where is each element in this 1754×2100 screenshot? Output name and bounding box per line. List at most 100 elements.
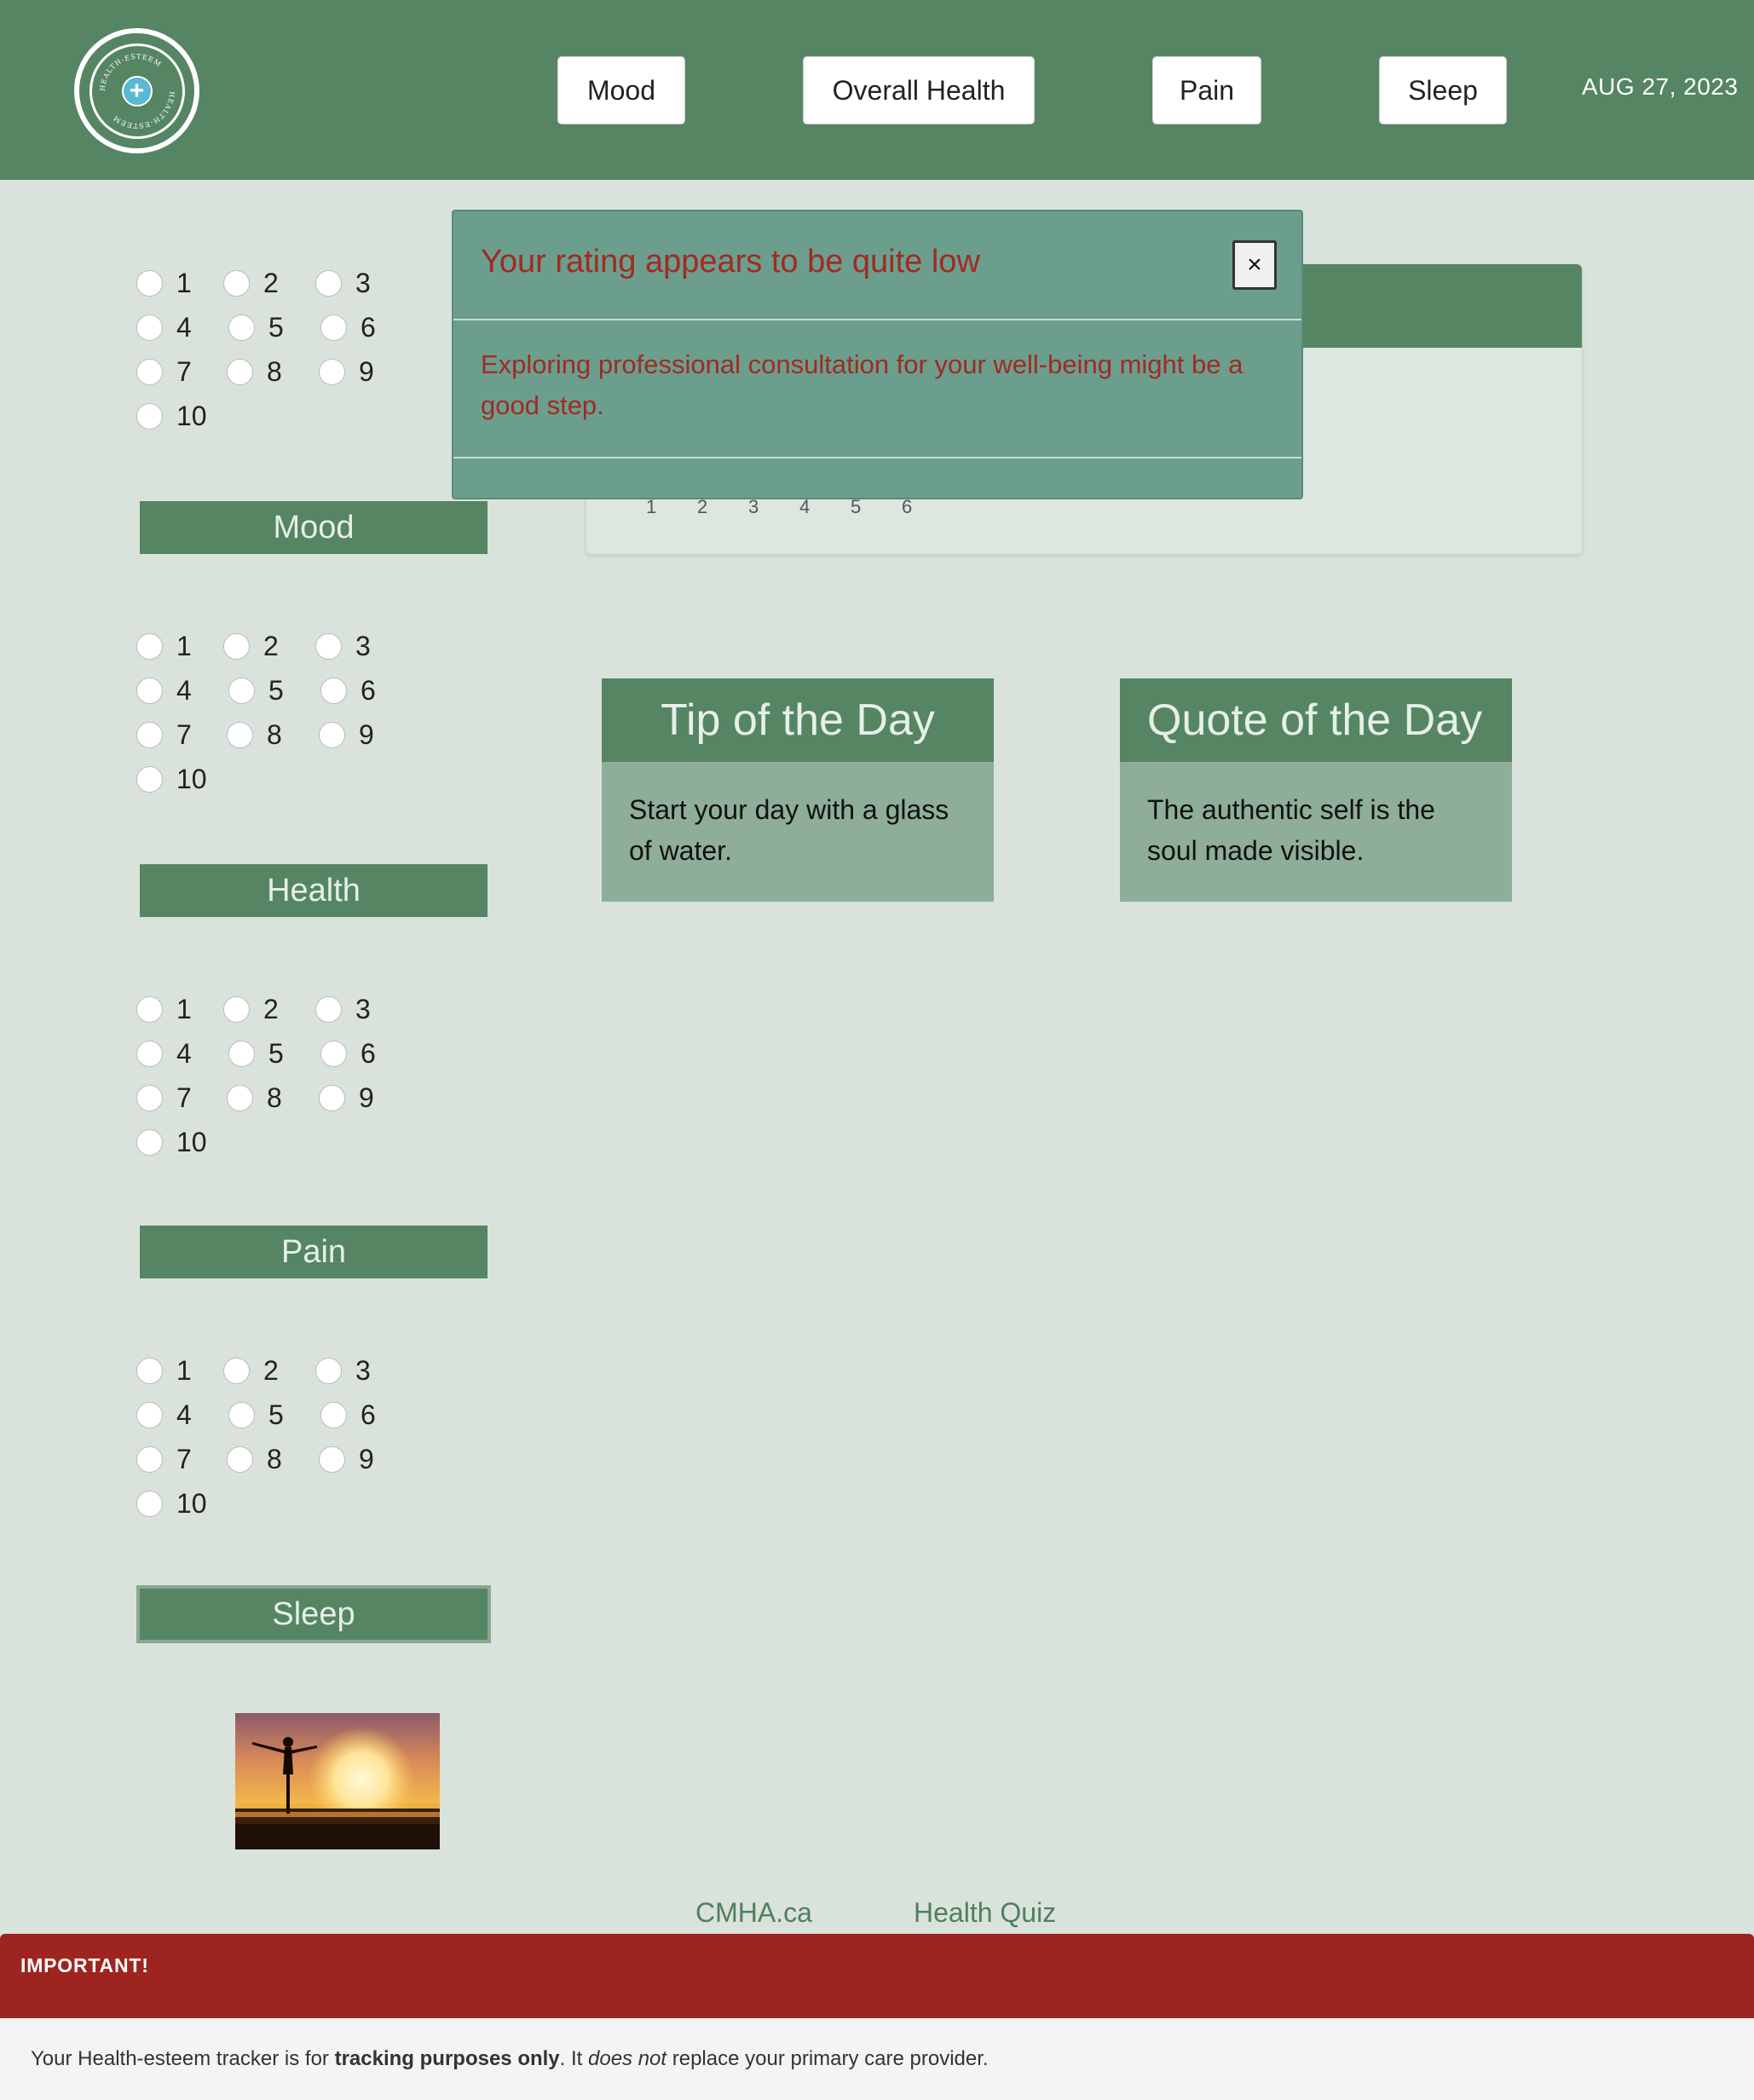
radio-circle[interactable]: [136, 632, 163, 660]
radio-circle[interactable]: [319, 358, 345, 385]
health-radio-4[interactable]: 4: [136, 668, 192, 712]
sleep-radio-10[interactable]: 10: [136, 1481, 207, 1526]
pain-radio-1[interactable]: 1: [136, 987, 192, 1031]
pain-radio-9[interactable]: 9: [319, 1076, 374, 1120]
health-quiz-link[interactable]: Health Quiz: [914, 1897, 1056, 1929]
mood-radio-9[interactable]: 9: [319, 349, 374, 394]
pain-radio-7[interactable]: 7: [136, 1076, 192, 1120]
radio-label: 7: [176, 355, 192, 387]
mood-radio-1[interactable]: 1: [136, 261, 192, 305]
radio-circle[interactable]: [136, 269, 163, 297]
mood-radio-8[interactable]: 8: [227, 349, 282, 394]
radio-circle[interactable]: [228, 677, 255, 704]
radio-circle[interactable]: [315, 1357, 342, 1384]
radio-circle[interactable]: [136, 677, 163, 704]
radio-label: 4: [176, 1399, 192, 1430]
radio-circle[interactable]: [320, 314, 347, 341]
radio-circle[interactable]: [136, 314, 163, 341]
mood-submit-button[interactable]: Mood: [140, 501, 488, 554]
radio-circle[interactable]: [136, 1040, 163, 1067]
health-esteem-logo[interactable]: HEALTH-ESTEEM HEALTH-ESTEEM +: [74, 28, 199, 153]
nav-sleep-button[interactable]: Sleep: [1379, 56, 1507, 124]
mood-radio-5[interactable]: 5: [228, 305, 284, 349]
mood-radio-3[interactable]: 3: [315, 261, 371, 305]
quote-card-text: The authentic self is the soul made visi…: [1120, 762, 1512, 902]
mood-radio-10[interactable]: 10: [136, 394, 207, 438]
pain-radio-6[interactable]: 6: [320, 1031, 376, 1076]
sleep-radio-5[interactable]: 5: [228, 1393, 284, 1437]
radio-circle[interactable]: [136, 1128, 163, 1156]
cmha-link[interactable]: CMHA.ca: [695, 1897, 812, 1929]
mood-radio-6[interactable]: 6: [320, 305, 376, 349]
sleep-radio-1[interactable]: 1: [136, 1348, 192, 1393]
radio-circle[interactable]: [228, 1040, 255, 1067]
mood-radio-4[interactable]: 4: [136, 305, 192, 349]
nav-pain-button[interactable]: Pain: [1152, 56, 1261, 124]
radio-circle[interactable]: [136, 1401, 163, 1428]
radio-circle[interactable]: [223, 1357, 250, 1384]
sleep-submit-button[interactable]: Sleep: [136, 1585, 491, 1643]
radio-circle[interactable]: [136, 721, 163, 748]
modal-divider: [453, 457, 1301, 459]
pain-radio-10[interactable]: 10: [136, 1120, 207, 1164]
nav-overall-health-button[interactable]: Overall Health: [803, 56, 1035, 124]
health-radio-6[interactable]: 6: [320, 668, 376, 712]
health-radio-5[interactable]: 5: [228, 668, 284, 712]
radio-circle[interactable]: [228, 314, 255, 341]
pain-radio-3[interactable]: 3: [315, 987, 371, 1031]
radio-circle[interactable]: [136, 995, 163, 1023]
radio-circle[interactable]: [315, 995, 342, 1023]
health-submit-button[interactable]: Health: [140, 864, 488, 917]
radio-circle[interactable]: [319, 721, 345, 748]
radio-circle[interactable]: [136, 1357, 163, 1384]
radio-circle[interactable]: [319, 1445, 345, 1473]
sleep-radio-2[interactable]: 2: [223, 1348, 279, 1393]
radio-circle[interactable]: [136, 765, 163, 793]
radio-circle[interactable]: [227, 1445, 253, 1473]
radio-circle[interactable]: [136, 1084, 163, 1111]
health-radio-1[interactable]: 1: [136, 624, 192, 668]
radio-circle[interactable]: [320, 677, 347, 704]
nav-mood-button[interactable]: Mood: [557, 56, 685, 124]
health-radio-8[interactable]: 8: [227, 712, 282, 757]
pain-rating-group: 1 2 3 4 5 6 7 8 9 10: [135, 987, 407, 1164]
sleep-radio-6[interactable]: 6: [320, 1393, 376, 1437]
health-radio-3[interactable]: 3: [315, 624, 371, 668]
radio-circle[interactable]: [223, 632, 250, 660]
pain-submit-button[interactable]: Pain: [140, 1226, 488, 1278]
modal-close-button[interactable]: ×: [1232, 240, 1277, 290]
health-radio-9[interactable]: 9: [319, 712, 374, 757]
radio-circle[interactable]: [227, 1084, 253, 1111]
sleep-radio-8[interactable]: 8: [227, 1437, 282, 1481]
pain-radio-2[interactable]: 2: [223, 987, 279, 1031]
pain-radio-8[interactable]: 8: [227, 1076, 282, 1120]
radio-circle[interactable]: [136, 1445, 163, 1473]
radio-circle[interactable]: [136, 358, 163, 385]
radio-circle[interactable]: [223, 995, 250, 1023]
radio-circle[interactable]: [227, 358, 253, 385]
health-radio-7[interactable]: 7: [136, 712, 192, 757]
radio-circle[interactable]: [227, 721, 253, 748]
radio-circle[interactable]: [319, 1084, 345, 1111]
radio-circle[interactable]: [320, 1040, 347, 1067]
radio-circle[interactable]: [136, 1490, 163, 1517]
radio-circle[interactable]: [228, 1401, 255, 1428]
important-warning-body: Your Health-esteem tracker is for tracki…: [0, 2018, 1754, 2100]
mood-radio-7[interactable]: 7: [136, 349, 192, 394]
radio-label: 4: [176, 674, 192, 706]
health-radio-10[interactable]: 10: [136, 757, 207, 801]
radio-circle[interactable]: [315, 269, 342, 297]
radio-circle[interactable]: [320, 1401, 347, 1428]
radio-circle[interactable]: [223, 269, 250, 297]
mood-radio-2[interactable]: 2: [223, 261, 279, 305]
radio-circle[interactable]: [136, 402, 163, 430]
pain-radio-4[interactable]: 4: [136, 1031, 192, 1076]
logo-ring: HEALTH-ESTEEM HEALTH-ESTEEM +: [89, 43, 185, 139]
sleep-radio-4[interactable]: 4: [136, 1393, 192, 1437]
sleep-radio-7[interactable]: 7: [136, 1437, 192, 1481]
radio-circle[interactable]: [315, 632, 342, 660]
pain-radio-5[interactable]: 5: [228, 1031, 284, 1076]
sleep-radio-3[interactable]: 3: [315, 1348, 371, 1393]
health-radio-2[interactable]: 2: [223, 624, 279, 668]
sleep-radio-9[interactable]: 9: [319, 1437, 374, 1481]
